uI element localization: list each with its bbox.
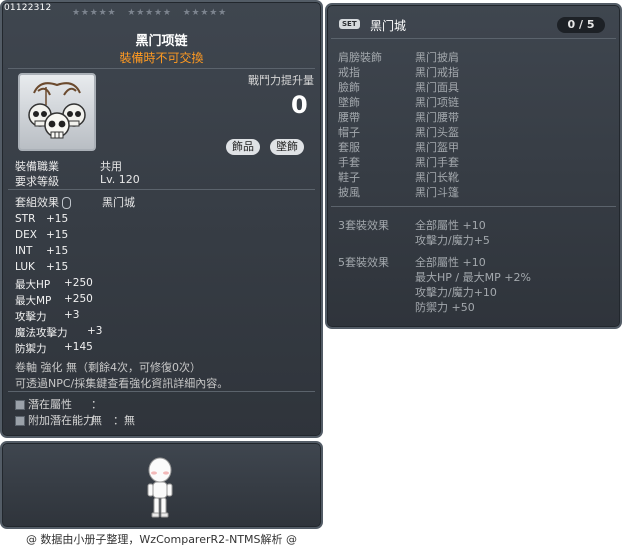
set-effect-3-title: 3套裝效果 <box>338 219 389 232</box>
slot-item: 黑门项链 <box>415 96 459 109</box>
stat-row: 最大MP +250 <box>15 293 93 308</box>
slot-name: 手套 <box>338 156 360 169</box>
tag-accessory: 飾品 <box>226 139 260 155</box>
stat-name: 攻擊力 <box>15 311 47 323</box>
potential-row: 潛在屬性 ：無 <box>15 396 102 427</box>
set-effect-line: 防禦力 +50 <box>415 301 475 314</box>
stat-value: +3 <box>64 309 80 321</box>
stat-name: 最大HP <box>15 279 51 291</box>
level-value: Lv. 120 <box>100 173 140 186</box>
footer-credit: @ 数据由小册子整理，WzComparerR2-NTMS解析 @ <box>25 533 298 546</box>
stat-value: +250 <box>64 277 93 289</box>
divider <box>8 391 315 392</box>
additional-potential-icon <box>15 416 25 426</box>
item-tooltip: 01122312 ★★★★★ ★★★★★ ★★★★★ 黑门项链 裝備時不可交換 <box>0 0 323 438</box>
slot-item: 黑门长靴 <box>415 171 459 184</box>
divider <box>8 189 315 190</box>
set-effect-value: 黑门城 <box>102 196 135 209</box>
slot-name: 套服 <box>338 141 360 154</box>
star-group: ★★★★★ <box>127 8 172 18</box>
scroll-info: 卷軸 強化 無（剩餘4次，可修復0次） <box>15 361 201 374</box>
stat-value: +3 <box>87 325 103 337</box>
additional-potential-row: 附加潛在能力 ：無 <box>15 412 135 428</box>
power-gain-value: 0 <box>291 91 308 119</box>
tag-pendant: 墜飾 <box>270 139 304 155</box>
set-toggle-icon[interactable] <box>62 197 71 209</box>
star-force-row: ★★★★★ ★★★★★ ★★★★★ <box>72 9 227 18</box>
set-effect-label-text: 套組效果 <box>15 196 59 209</box>
divider <box>331 38 616 39</box>
slot-name: 帽子 <box>338 126 360 139</box>
stat-name: 防禦力 <box>15 343 47 355</box>
set-effect-line: 全部屬性 +10 <box>415 256 486 269</box>
slot-name: 墜飾 <box>338 96 360 109</box>
stat-value: +15 <box>46 229 69 241</box>
set-effect-line: 攻擊力/魔力+10 <box>415 286 497 299</box>
stat-name: LUK <box>15 261 35 273</box>
slot-name: 肩膀裝飾 <box>338 51 382 64</box>
stat-value: +15 <box>46 245 69 257</box>
set-effect-line: 攻擊力/魔力+5 <box>415 234 490 247</box>
trade-note: 裝備時不可交換 <box>119 51 204 65</box>
stat-row: 防禦力 +145 <box>15 341 93 356</box>
character-avatar <box>147 457 173 518</box>
star-group: ★★★★★ <box>182 8 228 18</box>
additional-potential-value: ：無 <box>113 414 135 427</box>
slot-item: 黑门戒指 <box>415 66 459 79</box>
set-count: 0 / 5 <box>557 17 605 33</box>
stat-row: LUK +15 <box>15 261 68 273</box>
power-gain-label: 戰鬥力提升量 <box>248 74 314 87</box>
stat-value: +15 <box>46 261 69 273</box>
stat-value: +250 <box>64 293 93 305</box>
slot-item: 黑门手套 <box>415 156 459 169</box>
set-badge: SET <box>339 19 360 29</box>
set-effect-label: 套組效果 <box>15 194 71 210</box>
divider <box>331 206 616 207</box>
slot-item: 黑门披肩 <box>415 51 459 64</box>
potential-icon <box>15 400 25 410</box>
star-group: ★★★★★ <box>72 8 117 18</box>
slot-name: 臉飾 <box>338 81 360 94</box>
slot-name: 戒指 <box>338 66 360 79</box>
slot-item: 黑门斗篷 <box>415 186 459 199</box>
slot-item: 黑门面具 <box>415 81 459 94</box>
stat-row: INT +15 <box>15 245 68 257</box>
stat-name: 最大MP <box>15 295 52 307</box>
stat-name: INT <box>15 245 33 257</box>
set-name: 黑门城 <box>370 19 407 33</box>
set-tooltip: SET 黑门城 0 / 5 肩膀裝飾 黑门披肩 戒指 黑门戒指 臉飾 黑门面具 墜飾黑… <box>325 3 622 329</box>
stat-row: 魔法攻擊力 +3 <box>15 325 102 340</box>
slot-item: 黑门盔甲 <box>415 141 459 154</box>
job-label: 裝備職業 <box>15 160 59 173</box>
slot-name: 披風 <box>338 186 360 199</box>
stat-value: +145 <box>64 341 93 353</box>
set-effect-line: 全部屬性 +10 <box>415 219 486 232</box>
slot-name: 鞋子 <box>338 171 360 184</box>
stat-row: 最大HP +250 <box>15 277 93 292</box>
slot-item: 黑门头盔 <box>415 126 459 139</box>
stat-row: DEX +15 <box>15 229 68 241</box>
stat-row: STR +15 <box>15 213 68 225</box>
item-name: 黑门项链 <box>135 34 188 49</box>
level-label: 要求等級 <box>15 175 59 188</box>
set-effect-line: 最大HP / 最大MP +2% <box>415 271 531 284</box>
slot-name: 腰帶 <box>338 111 360 124</box>
slot-item: 黑门腰带 <box>415 111 459 124</box>
enhance-info: 可透過NPC/採集鍵查看強化資訊詳細內容。 <box>15 377 229 390</box>
job-value: 共用 <box>100 160 122 173</box>
stat-name: STR <box>15 213 36 225</box>
item-icon <box>18 73 96 151</box>
potential-label: 潛在屬性 <box>28 398 72 411</box>
divider <box>8 68 315 69</box>
item-id: 01122312 <box>4 3 52 13</box>
set-effect-5-title: 5套裝效果 <box>338 256 389 269</box>
stat-name: DEX <box>15 229 37 241</box>
additional-potential-label: 附加潛在能力 <box>28 414 94 427</box>
stat-row: 攻擊力 +3 <box>15 309 79 324</box>
stat-value: +15 <box>46 213 69 225</box>
stat-name: 魔法攻擊力 <box>15 327 68 339</box>
skull-necklace-icon <box>28 82 86 139</box>
